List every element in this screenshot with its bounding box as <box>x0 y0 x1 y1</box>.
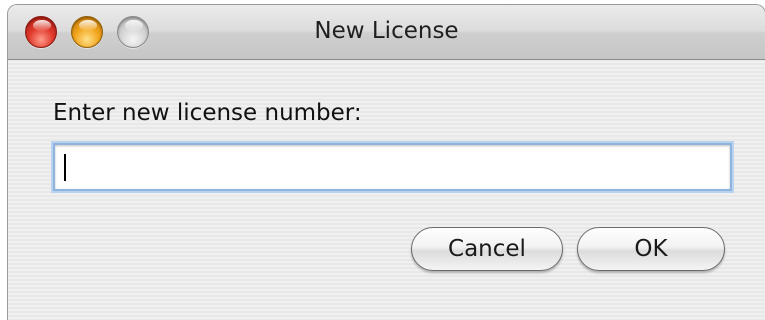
window-title: New License <box>314 18 459 44</box>
license-number-input[interactable] <box>53 143 732 191</box>
cancel-button[interactable]: Cancel <box>411 227 563 271</box>
new-license-dialog: New License Enter new license number: Ca… <box>8 5 765 320</box>
license-prompt-label: Enter new license number: <box>53 100 362 126</box>
ok-button[interactable]: OK <box>577 227 725 271</box>
title-bar[interactable]: New License <box>8 5 765 60</box>
text-caret <box>64 154 66 181</box>
